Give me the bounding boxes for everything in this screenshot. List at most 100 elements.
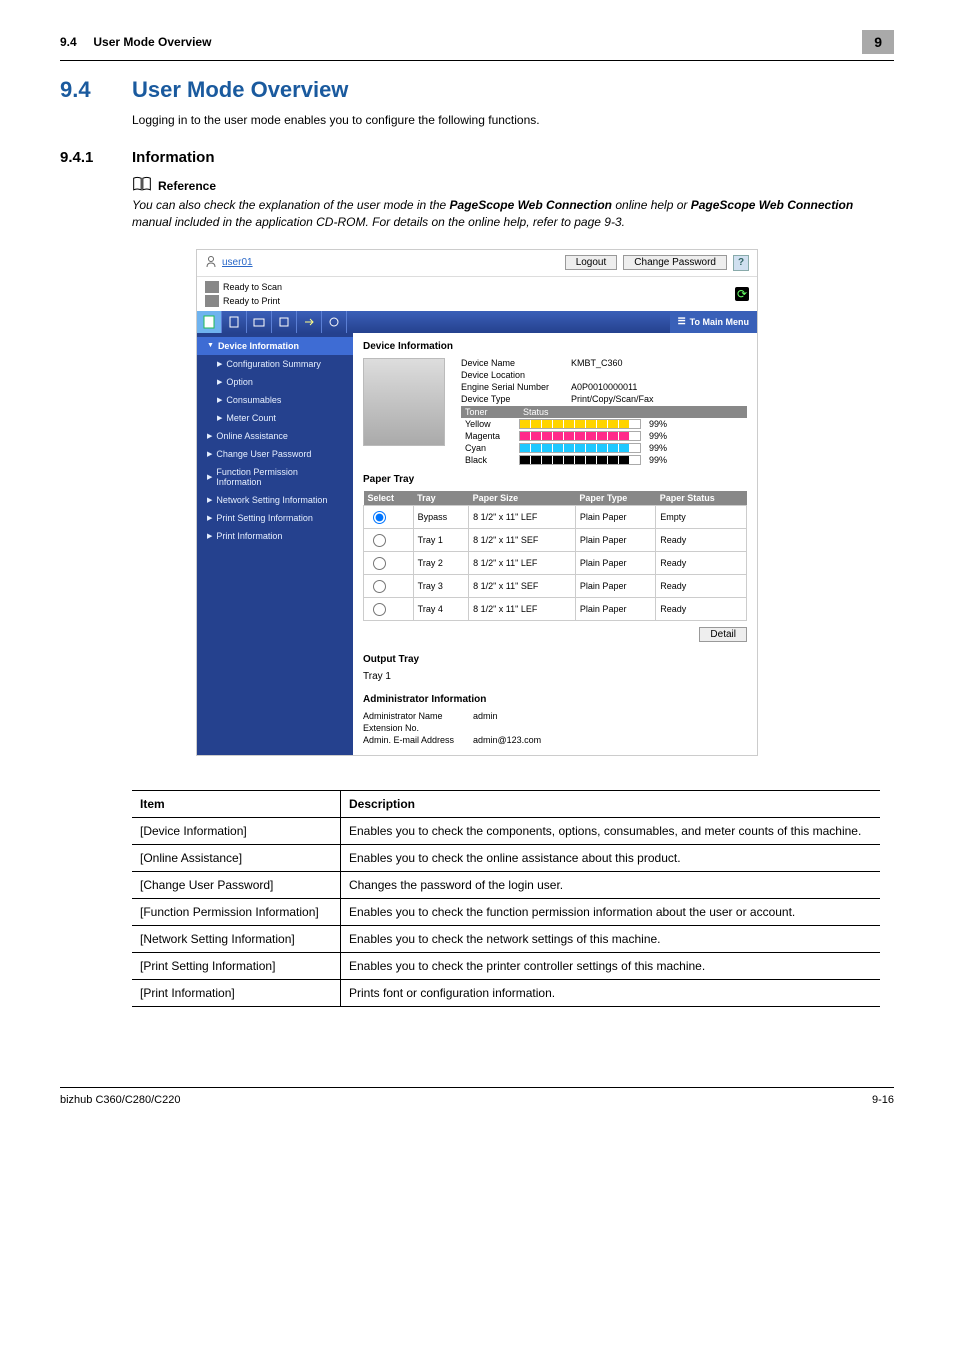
admin-email-value: admin@123.com xyxy=(473,735,541,745)
th-size: Paper Size xyxy=(469,491,576,506)
user-name-link[interactable]: user01 xyxy=(222,257,253,268)
tray-radio[interactable] xyxy=(373,557,386,570)
table-row: [Network Setting Information]Enables you… xyxy=(132,925,880,952)
tab-print-icon[interactable] xyxy=(272,311,297,333)
sidebar-item-option[interactable]: ▶Option xyxy=(197,373,353,391)
tab-direct-icon[interactable] xyxy=(297,311,322,333)
sidebar: ▼Device Information ▶Configuration Summa… xyxy=(197,333,353,755)
th-select: Select xyxy=(364,491,414,506)
th-desc: Description xyxy=(341,790,881,817)
toner-row-magenta: Magenta99% xyxy=(461,430,747,442)
toner-row-yellow: Yellow99% xyxy=(461,418,747,430)
sidebar-item-consumables[interactable]: ▶Consumables xyxy=(197,391,353,409)
table-row: Tray 28 1/2" x 11" LEFPlain PaperReady xyxy=(364,551,747,574)
h2-title: Information xyxy=(132,149,215,166)
book-icon xyxy=(132,176,152,195)
header-rule xyxy=(60,60,894,61)
page-header: 9.4 User Mode Overview 9 xyxy=(60,30,894,54)
device-name-value: KMBT_C360 xyxy=(571,358,623,368)
refresh-icon[interactable]: ⟳ xyxy=(735,287,749,301)
device-type-value: Print/Copy/Scan/Fax xyxy=(571,394,654,404)
page-footer: bizhub C360/C280/C220 9-16 xyxy=(60,1087,894,1106)
tray-radio[interactable] xyxy=(373,580,386,593)
table-row: [Device Information]Enables you to check… xyxy=(132,817,880,844)
toner-header: TonerStatus xyxy=(461,406,747,418)
device-type-label: Device Type xyxy=(461,394,571,404)
table-row: [Print Information]Prints font or config… xyxy=(132,979,880,1006)
tab-box-icon[interactable] xyxy=(247,311,272,333)
table-row: [Print Setting Information]Enables you t… xyxy=(132,952,880,979)
paper-tray-table: Select Tray Paper Size Paper Type Paper … xyxy=(363,491,747,621)
sidebar-item-print-setting[interactable]: ▶Print Setting Information xyxy=(197,509,353,527)
reference-heading: Reference xyxy=(158,179,216,193)
tab-info-icon[interactable] xyxy=(197,311,222,333)
table-row: [Function Permission Information]Enables… xyxy=(132,898,880,925)
to-main-menu-button[interactable]: ☰ To Main Menu xyxy=(670,311,757,333)
output-tray-value: Tray 1 xyxy=(363,671,747,682)
intro-text: Logging in to the user mode enables you … xyxy=(132,113,894,127)
admin-name-label: Administrator Name xyxy=(363,711,473,721)
header-section-num: 9.4 xyxy=(60,35,77,49)
th-status: Paper Status xyxy=(656,491,747,506)
detail-button[interactable]: Detail xyxy=(699,627,747,642)
toner-row-black: Black99% xyxy=(461,454,747,466)
admin-ext-label: Extension No. xyxy=(363,723,473,733)
scanner-icon xyxy=(205,281,219,293)
description-table: Item Description [Device Information]Ena… xyxy=(132,790,880,1007)
sidebar-item-network-setting[interactable]: ▶Network Setting Information xyxy=(197,491,353,509)
device-image xyxy=(363,358,445,446)
h2: 9.4.1 Information xyxy=(60,149,894,166)
output-tray-title: Output Tray xyxy=(363,654,747,665)
reference-text: You can also check the explanation of th… xyxy=(132,197,894,231)
serial-value: A0P0010000011 xyxy=(571,382,637,392)
tab-job-icon[interactable] xyxy=(222,311,247,333)
paper-tray-title: Paper Tray xyxy=(363,474,747,485)
device-name-label: Device Name xyxy=(461,358,571,368)
reference-block: Reference You can also check the explana… xyxy=(132,176,894,231)
table-row: Tray 18 1/2" x 11" SEFPlain PaperReady xyxy=(364,528,747,551)
admin-email-label: Admin. E-mail Address xyxy=(363,735,473,745)
th-tray: Tray xyxy=(413,491,468,506)
admin-name-value: admin xyxy=(473,711,498,721)
sidebar-item-print-info[interactable]: ▶Print Information xyxy=(197,527,353,545)
h1-num: 9.4 xyxy=(60,77,132,103)
sidebar-item-change-password[interactable]: ▶Change User Password xyxy=(197,445,353,463)
toner-row-cyan: Cyan99% xyxy=(461,442,747,454)
h2-num: 9.4.1 xyxy=(60,149,132,166)
tray-radio[interactable] xyxy=(373,603,386,616)
content-title: Device Information xyxy=(363,341,747,352)
h1-title: User Mode Overview xyxy=(132,77,348,103)
device-location-label: Device Location xyxy=(461,370,571,380)
tray-radio[interactable] xyxy=(373,511,386,524)
status-print: Ready to Print xyxy=(223,296,280,306)
chapter-badge: 9 xyxy=(862,30,894,54)
embedded-screenshot: user01 Logout Change Password ? Ready to… xyxy=(196,249,758,756)
menu-icon: ☰ xyxy=(678,316,686,327)
sidebar-item-meter-count[interactable]: ▶Meter Count xyxy=(197,409,353,427)
table-row: Tray 38 1/2" x 11" SEFPlain PaperReady xyxy=(364,574,747,597)
status-scan: Ready to Scan xyxy=(223,282,282,292)
tray-radio[interactable] xyxy=(373,534,386,547)
sidebar-item-online-assistance[interactable]: ▶Online Assistance xyxy=(197,427,353,445)
table-row: [Online Assistance]Enables you to check … xyxy=(132,844,880,871)
sidebar-item-function-permission[interactable]: ▶Function Permission Information xyxy=(197,463,353,491)
sidebar-item-config-summary[interactable]: ▶Configuration Summary xyxy=(197,355,353,373)
user-icon xyxy=(205,255,217,270)
table-row: [Change User Password]Changes the passwo… xyxy=(132,871,880,898)
admin-info-title: Administrator Information xyxy=(363,694,747,705)
footer-product: bizhub C360/C280/C220 xyxy=(60,1094,180,1106)
h1: 9.4 User Mode Overview xyxy=(60,77,894,103)
tab-icon-row xyxy=(197,311,347,333)
change-password-button[interactable]: Change Password xyxy=(623,255,727,270)
header-section-title: User Mode Overview xyxy=(93,35,211,49)
printer-icon xyxy=(205,295,219,307)
table-row: Tray 48 1/2" x 11" LEFPlain PaperReady xyxy=(364,597,747,620)
logout-button[interactable]: Logout xyxy=(565,255,618,270)
sidebar-header[interactable]: ▼Device Information xyxy=(197,337,353,355)
table-row: Bypass8 1/2" x 11" LEFPlain PaperEmpty xyxy=(364,505,747,528)
th-item: Item xyxy=(132,790,341,817)
th-type: Paper Type xyxy=(575,491,655,506)
footer-page: 9-16 xyxy=(872,1094,894,1106)
tab-store-icon[interactable] xyxy=(322,311,347,333)
help-icon[interactable]: ? xyxy=(733,255,749,271)
